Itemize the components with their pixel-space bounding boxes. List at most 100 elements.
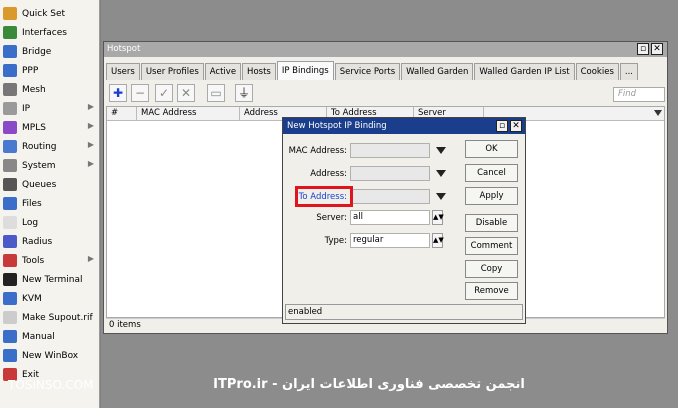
sidebar-item-label: Manual xyxy=(22,331,55,342)
filter-icon[interactable]: ⏚ xyxy=(235,84,253,102)
terminal-icon xyxy=(3,273,17,286)
system-gear-icon xyxy=(3,159,17,172)
comment-button[interactable]: Comment xyxy=(465,237,518,255)
dialog-title: New Hotspot IP Binding xyxy=(283,118,525,134)
tab-active[interactable]: Active xyxy=(204,63,242,80)
mesh-icon xyxy=(3,83,17,96)
column-dropdown-icon[interactable] xyxy=(654,110,662,116)
sidebar-item-interfaces[interactable]: Interfaces xyxy=(0,23,99,42)
manual-icon xyxy=(3,330,17,343)
sidebar-item-label: Tools xyxy=(22,255,45,266)
server-label: Server: xyxy=(316,212,347,223)
mac-address-row: MAC Address: xyxy=(283,142,446,159)
mac-dropdown-icon[interactable] xyxy=(436,147,446,154)
sidebar-item-label: Bridge xyxy=(22,46,52,57)
remove-icon[interactable]: − xyxy=(131,84,149,102)
address-field[interactable] xyxy=(350,166,430,181)
cancel-button[interactable]: Cancel xyxy=(465,164,518,182)
sidebar-item-label: IP xyxy=(22,103,31,114)
sidebar-item-mesh[interactable]: Mesh xyxy=(0,80,99,99)
to-address-highlight-box xyxy=(295,186,353,207)
sidebar-item-system[interactable]: System ▶ xyxy=(0,156,99,175)
find-input[interactable]: Find xyxy=(613,87,665,102)
sidebar-item-label: Log xyxy=(22,217,39,228)
sidebar-item-ppp[interactable]: PPP xyxy=(0,61,99,80)
sidebar-item-label: Radius xyxy=(22,236,53,247)
to-address-field[interactable] xyxy=(350,189,430,204)
hotspot-window-title: Hotspot xyxy=(104,42,667,57)
column-number[interactable]: # xyxy=(107,107,137,121)
sidebar-item-label: New WinBox xyxy=(22,350,79,361)
sidebar-item-label: Mesh xyxy=(22,84,46,95)
sidebar-item-label: Routing xyxy=(22,141,57,152)
tab-service-ports[interactable]: Service Ports xyxy=(334,63,401,80)
sidebar-item-mpls[interactable]: MPLS ▶ xyxy=(0,118,99,137)
mpls-icon xyxy=(3,121,17,134)
submenu-arrow-icon: ▶ xyxy=(87,121,94,130)
sidebar-item-quick-set[interactable]: Quick Set xyxy=(0,4,99,23)
copy-button[interactable]: Copy xyxy=(465,260,518,278)
footer-caption: ITPro.ir - انجمن تخصصی فناوری اطلاعات ای… xyxy=(213,377,525,392)
disable-x-icon[interactable]: ✕ xyxy=(177,84,195,102)
tab-cookies[interactable]: Cookies xyxy=(575,63,619,80)
dialog-restore-icon[interactable]: ▫ xyxy=(496,120,508,132)
bridge-icon xyxy=(3,45,17,58)
tab-ip-bindings[interactable]: IP Bindings xyxy=(276,61,334,80)
to-address-dropdown-icon[interactable] xyxy=(436,193,446,200)
type-spin-icon[interactable]: ▲▼ xyxy=(432,233,444,248)
sidebar-item-log[interactable]: Log xyxy=(0,213,99,232)
sidebar-item-label: Files xyxy=(22,198,42,209)
mac-address-field[interactable] xyxy=(350,143,430,158)
sidebar-item-make-supout-rif[interactable]: Make Supout.rif xyxy=(0,308,99,327)
tab-walled-garden[interactable]: Walled Garden xyxy=(401,63,474,80)
comment-icon[interactable]: ▭ xyxy=(207,84,225,102)
disable-button[interactable]: Disable xyxy=(465,214,518,232)
sidebar-item-label: Interfaces xyxy=(22,27,67,38)
apply-button[interactable]: Apply xyxy=(465,187,518,205)
sidebar-item-new-winbox[interactable]: New WinBox xyxy=(0,346,99,365)
sidebar-item-routing[interactable]: Routing ▶ xyxy=(0,137,99,156)
sidebar-item-label: Make Supout.rif xyxy=(22,312,93,323)
queues-icon xyxy=(3,178,17,191)
sidebar-item-tools[interactable]: Tools ▶ xyxy=(0,251,99,270)
sidebar-item-label: System xyxy=(22,160,56,171)
dialog-close-icon[interactable]: ✕ xyxy=(510,120,522,132)
server-select[interactable]: all xyxy=(350,210,430,225)
submenu-arrow-icon: ▶ xyxy=(87,102,94,111)
routing-icon xyxy=(3,140,17,153)
type-label: Type: xyxy=(324,235,347,246)
mac-address-label: MAC Address: xyxy=(288,145,347,156)
files-icon xyxy=(3,197,17,210)
tab-users[interactable]: Users xyxy=(106,63,140,80)
type-row: Type: regular ▲▼ xyxy=(283,232,444,249)
sidebar-item-manual[interactable]: Manual xyxy=(0,327,99,346)
sidebar-item-queues[interactable]: Queues xyxy=(0,175,99,194)
sidebar-item-new-terminal[interactable]: New Terminal xyxy=(0,270,99,289)
address-label: Address: xyxy=(310,168,347,179)
server-spin-icon[interactable]: ▲▼ xyxy=(432,210,444,225)
add-icon[interactable]: ✚ xyxy=(109,84,127,102)
sidebar-menu: Quick Set Interfaces Bridge PPP Mesh IP ▶ MPLS ▶… xyxy=(0,0,100,408)
sidebar-item-radius[interactable]: Radius xyxy=(0,232,99,251)
server-row: Server: all ▲▼ xyxy=(283,209,444,226)
tab-user-profiles[interactable]: User Profiles xyxy=(140,63,204,80)
ok-button[interactable]: OK xyxy=(465,140,518,158)
tab-hosts[interactable]: Hosts xyxy=(242,63,276,80)
address-dropdown-icon[interactable] xyxy=(436,170,446,177)
remove-button[interactable]: Remove xyxy=(465,282,518,300)
type-select[interactable]: regular xyxy=(350,233,430,248)
new-ip-binding-dialog: New Hotspot IP Binding ▫ ✕ MAC Address: … xyxy=(282,117,526,324)
tab-walled-garden-ip-list[interactable]: Walled Garden IP List xyxy=(474,63,575,80)
restore-icon[interactable]: ▫ xyxy=(637,43,649,55)
tools-icon xyxy=(3,254,17,267)
sidebar-item-ip[interactable]: IP ▶ xyxy=(0,99,99,118)
close-icon[interactable]: ✕ xyxy=(651,43,663,55)
column-mac-address[interactable]: MAC Address xyxy=(137,107,240,121)
sidebar-item-files[interactable]: Files xyxy=(0,194,99,213)
tab-more[interactable]: ... xyxy=(619,63,638,80)
quick-set-icon xyxy=(3,7,17,20)
sidebar-item-bridge[interactable]: Bridge xyxy=(0,42,99,61)
submenu-arrow-icon: ▶ xyxy=(87,254,94,263)
sidebar-item-kvm[interactable]: KVM xyxy=(0,289,99,308)
enable-check-icon[interactable]: ✓ xyxy=(155,84,173,102)
